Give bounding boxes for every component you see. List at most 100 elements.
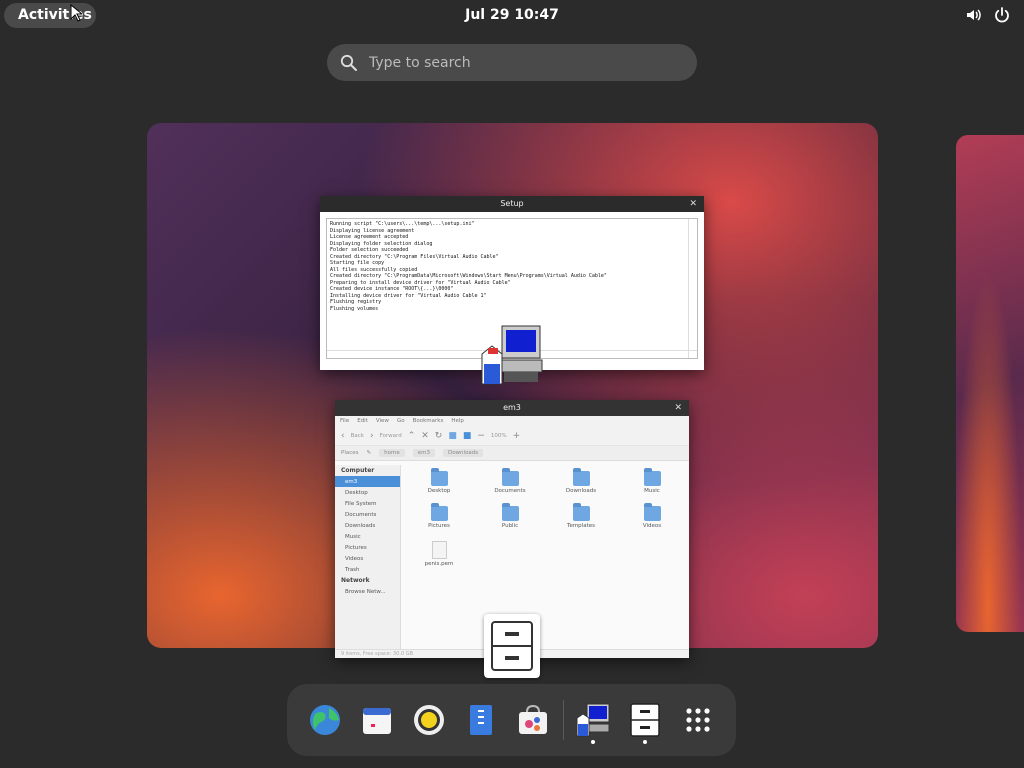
computer-icon[interactable]: ■ — [463, 431, 472, 441]
app-grid-icon[interactable] — [680, 702, 716, 738]
file-label: Videos — [642, 523, 662, 529]
mouse-cursor-icon — [70, 4, 82, 22]
breadcrumb-downloads[interactable]: Downloads — [442, 449, 484, 457]
sidebar-item-videos[interactable]: Videos — [335, 553, 400, 564]
menu-bar: File Edit View Go Bookmarks Help — [335, 416, 689, 427]
folder-pictures[interactable]: Pictures — [409, 503, 469, 529]
forward-arrow-icon[interactable]: › — [370, 431, 374, 441]
folder-documents[interactable]: Documents — [480, 468, 540, 494]
forward-button[interactable]: Forward — [380, 433, 402, 439]
back-arrow-icon[interactable]: ‹ — [341, 431, 345, 441]
folder-icon — [643, 503, 661, 521]
sidebar-item-documents[interactable]: Documents — [335, 509, 400, 520]
sidebar-item-pictures[interactable]: Pictures — [335, 542, 400, 553]
folder-icon — [572, 468, 590, 486]
back-button[interactable]: Back — [351, 433, 364, 439]
file-item[interactable]: penis.pem — [409, 541, 469, 567]
sidebar-item-desktop[interactable]: Desktop — [335, 487, 400, 498]
menu-view[interactable]: View — [376, 416, 389, 427]
sidebar-item-file-system[interactable]: File System — [335, 498, 400, 509]
sidebar-item-browse-network[interactable]: Browse Netw... — [335, 586, 400, 597]
file-label: Downloads — [565, 488, 597, 494]
zoom-in-icon[interactable]: + — [513, 431, 521, 441]
sidebar: Computer em3 Desktop File System Documen… — [335, 465, 401, 650]
folder-templates[interactable]: Templates — [551, 503, 611, 529]
sidebar-item-em3[interactable]: em3 — [335, 476, 400, 487]
text-editor-icon[interactable] — [463, 702, 499, 738]
folder-videos[interactable]: Videos — [622, 503, 682, 529]
menu-file[interactable]: File — [340, 416, 349, 427]
setup-installer-icon[interactable] — [478, 324, 544, 390]
folder-downloads[interactable]: Downloads — [551, 468, 611, 494]
file-label: Pictures — [428, 523, 450, 529]
stop-icon[interactable]: ✕ — [421, 431, 429, 441]
window-titlebar[interactable]: em3 ✕ — [335, 400, 689, 416]
web-browser-icon[interactable] — [307, 702, 343, 738]
folder-icon — [430, 468, 448, 486]
search-bar[interactable] — [327, 44, 697, 81]
breadcrumb-home[interactable]: home — [379, 449, 405, 457]
breadcrumb-em3[interactable]: em3 — [412, 449, 435, 457]
close-icon[interactable]: ✕ — [689, 196, 697, 212]
up-icon[interactable]: ⌃ — [408, 431, 416, 441]
running-indicator — [643, 740, 647, 744]
file-label: Documents — [494, 488, 526, 494]
menu-edit[interactable]: Edit — [357, 416, 368, 427]
search-icon — [340, 54, 357, 71]
menu-go[interactable]: Go — [397, 416, 405, 427]
file-label: penis.pem — [424, 561, 454, 567]
file-manager-icon — [630, 703, 660, 737]
sidebar-item-music[interactable]: Music — [335, 531, 400, 542]
folder-music[interactable]: Music — [622, 468, 682, 494]
log-line: Flushing volumes — [330, 305, 379, 312]
folder-public[interactable]: Public — [480, 503, 540, 529]
location-bar: Places ✎ home em3 Downloads — [335, 446, 689, 461]
folder-desktop[interactable]: Desktop — [409, 468, 469, 494]
calendar-icon[interactable] — [359, 702, 395, 738]
vertical-scrollbar[interactable] — [688, 219, 697, 358]
setup-installer-dock-item[interactable] — [575, 702, 611, 744]
folder-icon — [572, 503, 590, 521]
zoom-level: 100% — [490, 433, 507, 439]
home-folder-icon[interactable]: ■ — [448, 431, 457, 441]
menu-bookmarks[interactable]: Bookmarks — [413, 416, 444, 427]
sidebar-item-trash[interactable]: Trash — [335, 564, 400, 575]
running-indicator — [591, 740, 595, 744]
folder-icon — [430, 503, 448, 521]
window-title: Setup — [500, 199, 524, 208]
software-center-icon[interactable] — [515, 702, 551, 738]
file-label: Public — [501, 523, 519, 529]
file-label: Music — [644, 488, 660, 494]
folder-icon — [501, 503, 519, 521]
search-input[interactable] — [367, 53, 671, 72]
zoom-out-icon[interactable]: − — [477, 431, 485, 441]
edit-location-icon[interactable]: ✎ — [367, 450, 372, 456]
system-tray[interactable] — [966, 7, 1010, 23]
close-icon[interactable]: ✕ — [674, 400, 682, 416]
menu-help[interactable]: Help — [451, 416, 464, 427]
setup-installer-icon — [576, 703, 610, 737]
document-icon — [431, 541, 447, 559]
folder-icon — [643, 468, 661, 486]
folder-icon — [501, 468, 519, 486]
toolbar: ‹ Back › Forward ⌃ ✕ ↻ ■ ■ − 100% + — [335, 427, 689, 446]
sidebar-item-downloads[interactable]: Downloads — [335, 520, 400, 531]
dock — [287, 684, 736, 756]
volume-icon[interactable] — [966, 7, 982, 23]
next-workspace-thumbnail[interactable] — [956, 135, 1024, 632]
clock[interactable]: Jul 29 10:47 — [0, 7, 1024, 23]
sidebar-header-network: Network — [341, 577, 370, 584]
power-icon[interactable] — [994, 7, 1010, 23]
reload-icon[interactable]: ↻ — [435, 431, 443, 441]
file-manager-dock-item[interactable] — [627, 702, 663, 744]
places-dropdown[interactable]: Places — [341, 450, 359, 456]
window-title: em3 — [503, 403, 521, 412]
file-manager-icon[interactable] — [484, 614, 540, 678]
sidebar-header-computer: Computer — [341, 467, 375, 474]
file-label: Desktop — [427, 488, 451, 494]
window-titlebar[interactable]: Setup ✕ — [320, 196, 704, 212]
rhythmbox-icon[interactable] — [411, 702, 447, 738]
top-bar: Activities Jul 29 10:47 — [0, 0, 1024, 32]
dock-separator — [563, 700, 564, 740]
file-label: Templates — [567, 523, 595, 529]
